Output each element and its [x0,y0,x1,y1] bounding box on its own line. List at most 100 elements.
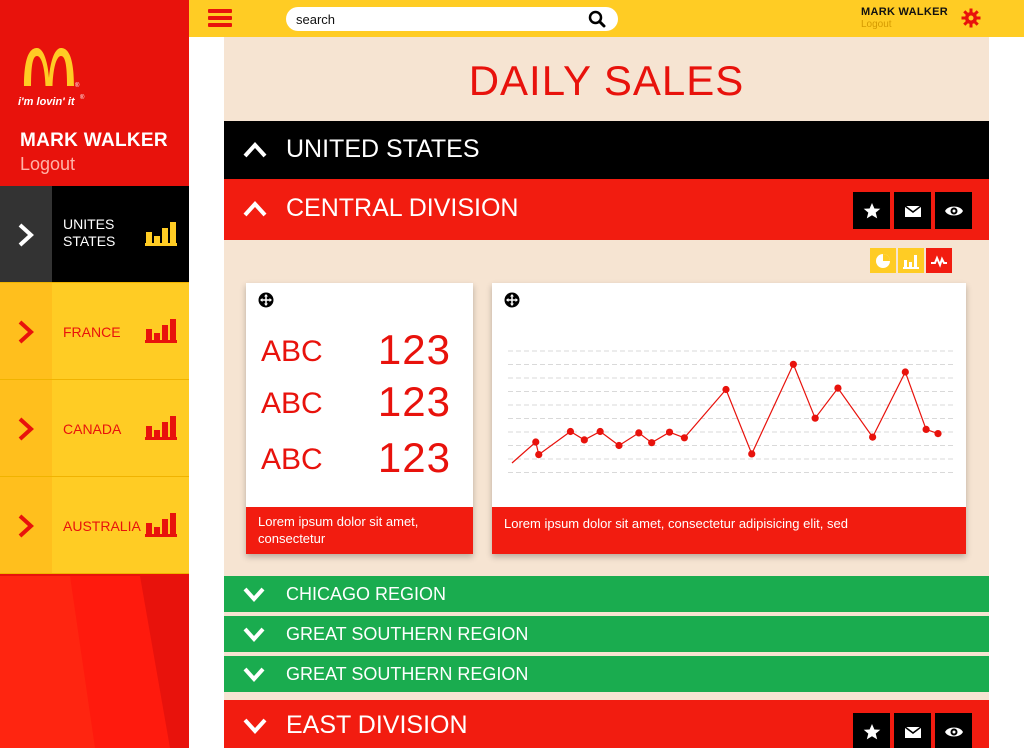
sidebar-background-shape [0,576,189,748]
bar-chart-icon [145,319,177,343]
row-region[interactable]: GREAT SOUTHERN REGION [224,616,989,652]
chart-point[interactable] [934,430,942,438]
bar-chart-toggle[interactable] [898,248,924,273]
row-title: UNITED STATES [286,135,480,163]
line-chart-card: Lorem ipsum dolor sit amet, consectetur … [492,283,966,554]
sidebar: ® i'm lovin' it ® MARK WALKER Logout UNI… [0,0,189,748]
view-button[interactable] [935,192,972,229]
search-input[interactable] [296,9,576,29]
chevron-up-icon [243,142,267,158]
move-icon[interactable] [258,292,274,308]
row-title: CHICAGO REGION [286,584,447,604]
view-button[interactable] [935,713,972,748]
mail-icon [904,725,921,738]
nav-item-label: FRANCE [63,324,121,340]
chart-point[interactable] [901,368,909,376]
chart-point[interactable] [680,434,688,442]
email-button[interactable] [894,713,931,748]
email-button[interactable] [894,192,931,229]
chart-point[interactable] [811,414,819,422]
favorite-button[interactable] [853,192,890,229]
eye-icon [944,727,963,736]
bar-chart-icon [145,222,177,246]
chevron-down-icon [243,587,265,602]
menu-button[interactable] [208,9,232,27]
chart-point[interactable] [566,427,575,436]
row-title: GREAT SOUTHERN REGION [286,624,529,644]
row-region[interactable]: GREAT SOUTHERN REGION [224,656,989,692]
nav-item-label: UNITES STATES [63,216,116,249]
chart-point[interactable] [789,360,797,368]
chart-series-line [511,362,939,464]
row-title: CENTRAL DIVISION [286,194,519,222]
row-united-states[interactable]: UNITED STATES [224,121,989,179]
nav-item-australia[interactable]: AUSTRALIA [0,477,189,574]
chevron-down-icon [243,627,265,642]
search-icon[interactable] [588,10,606,28]
nav-item-united-states[interactable]: UNITES STATES [0,186,189,283]
kpi-label: ABC [261,335,323,368]
top-user-name: MARK WALKER [861,6,949,18]
chevron-right-icon [18,514,34,538]
nav-item-france[interactable]: FRANCE [0,283,189,380]
chevron-right-icon [18,320,34,344]
chart-point[interactable] [722,385,730,394]
kpi-value: 123 [377,326,451,373]
country-nav: UNITES STATES FRANCE CANADA AUSTRALIA [0,186,189,574]
chart-point[interactable] [869,433,877,441]
mcdonalds-logo: ® i'm lovin' it ® [18,48,85,108]
chart-point[interactable] [532,438,540,446]
chevron-up-icon [243,201,267,217]
sidebar-user-name: MARK WALKER [20,130,168,151]
row-title: GREAT SOUTHERN REGION [286,664,529,684]
star-icon [863,202,880,218]
line-chart-toggle[interactable] [926,248,952,273]
eye-icon [944,206,963,215]
row-central-division[interactable]: CENTRAL DIVISION [224,179,989,240]
main-panel: DAILY SALES UNITED STATES CENTRAL DIVISI… [224,37,989,748]
chart-type-toggles [870,248,952,273]
bar-chart-icon [145,416,177,440]
line-chart [508,350,954,473]
chevron-right-icon [18,223,34,247]
chart-point[interactable] [648,439,656,447]
top-user-block: MARK WALKER Logout [861,6,961,30]
favorite-button[interactable] [853,713,890,748]
kpi-label: ABC [261,387,323,420]
chart-point[interactable] [665,428,674,436]
star-icon [863,723,880,739]
chart-point[interactable] [748,450,756,458]
chart-point[interactable] [615,441,623,450]
row-region[interactable]: CHICAGO REGION [224,576,989,612]
chart-point[interactable] [580,436,588,444]
chart-point[interactable] [635,429,643,437]
kpi-value: 123 [377,378,451,425]
chevron-right-icon [18,417,34,441]
nav-item-canada[interactable]: CANADA [0,380,189,477]
gear-icon[interactable] [961,8,981,28]
svg-text:®: ® [80,94,85,101]
row-actions [853,713,972,748]
row-east-division[interactable]: EAST DIVISION [224,700,989,748]
bar-chart-icon [903,254,919,269]
chart-point[interactable] [834,384,842,392]
svg-text:i'm lovin' it: i'm lovin' it [18,96,76,108]
chevron-down-icon [243,667,265,682]
kpi-row: ABC 123 [261,375,461,425]
top-bar: MARK WALKER Logout [189,0,1024,37]
hamburger-icon [208,9,232,13]
chart-point[interactable] [596,427,604,436]
chart-point[interactable] [922,425,930,433]
pie-chart-toggle[interactable] [870,248,896,273]
bar-chart-icon [145,513,177,537]
svg-text:®: ® [75,82,80,89]
top-logout-link[interactable]: Logout [861,19,961,30]
page-title: DAILY SALES [468,57,745,104]
kpi-card: ABC 123 ABC 123 ABC 123 Lorem ipsum dolo… [246,283,473,554]
kpi-value: 123 [377,434,451,481]
search-box [286,7,618,31]
chart-point[interactable] [535,451,543,459]
sidebar-logout-link[interactable]: Logout [20,154,75,175]
chevron-down-icon [243,718,267,734]
row-title: EAST DIVISION [286,711,468,739]
